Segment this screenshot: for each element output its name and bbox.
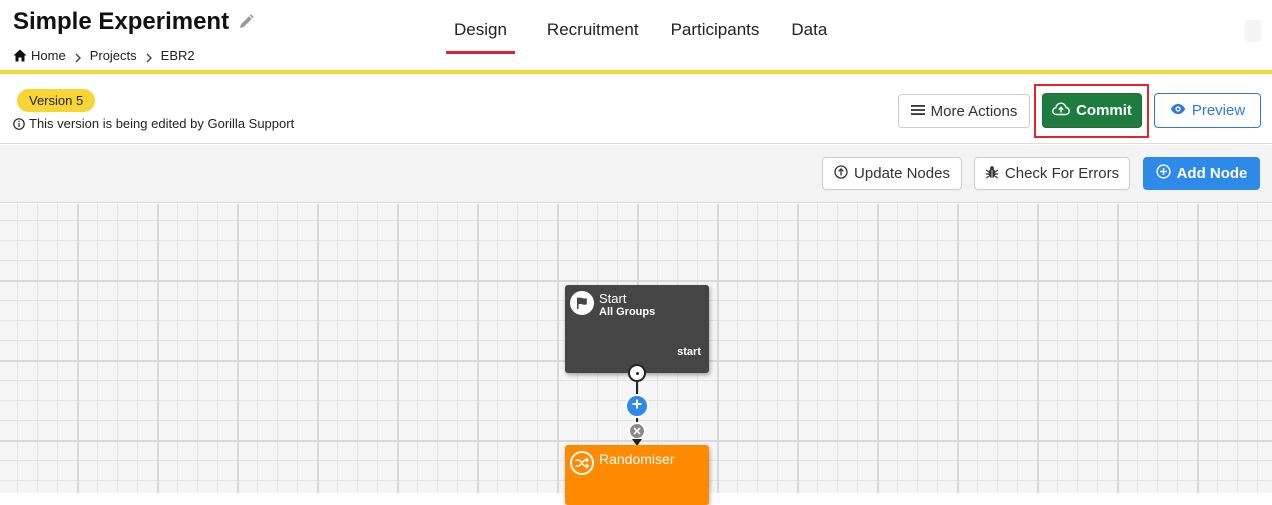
header-overflow-control[interactable]	[1245, 20, 1261, 42]
plus-circle-icon	[1155, 164, 1171, 183]
info-icon	[13, 117, 25, 130]
tab-participants[interactable]: Participants	[655, 0, 776, 54]
remove-connection-button[interactable]	[628, 422, 646, 440]
bug-icon	[985, 165, 999, 183]
start-node-port-label: start	[677, 346, 701, 358]
update-nodes-label: Update Nodes	[854, 165, 950, 182]
title-row: Simple Experiment	[13, 8, 255, 36]
more-actions-button[interactable]: More Actions	[898, 94, 1030, 128]
flag-icon	[570, 291, 594, 315]
preview-label: Preview	[1191, 102, 1246, 119]
canvas-toolbar: Update Nodes Check For Errors Add Node	[0, 145, 1272, 203]
plus-icon	[631, 397, 643, 415]
tab-data[interactable]: Data	[775, 0, 843, 54]
add-node-button[interactable]: Add Node	[1143, 157, 1260, 190]
randomiser-node[interactable]: Randomiser	[565, 445, 709, 505]
page-title: Simple Experiment	[13, 8, 230, 35]
check-errors-label: Check For Errors	[1004, 165, 1120, 182]
commit-label: Commit	[1076, 102, 1132, 119]
version-badge: Version 5	[17, 89, 96, 112]
edit-note-text: This version is being edited by Gorilla …	[29, 116, 295, 131]
close-icon	[633, 422, 641, 440]
breadcrumb-ebr2[interactable]: EBR2	[161, 48, 195, 63]
commit-button[interactable]: Commit	[1042, 93, 1142, 128]
breadcrumb-home[interactable]: Home	[13, 48, 66, 63]
edit-note: This version is being edited by Gorilla …	[13, 116, 294, 131]
breadcrumb-home-label: Home	[31, 48, 66, 63]
cloud-upload-icon	[1052, 101, 1070, 120]
edit-pencil-icon[interactable]	[237, 13, 255, 31]
main-nav: Design Recruitment Participants Data	[446, 0, 843, 70]
check-errors-button[interactable]: Check For Errors	[974, 157, 1130, 190]
add-node-label: Add Node	[1176, 165, 1248, 182]
breadcrumb: Home Projects EBR2	[13, 48, 195, 63]
version-bar: Version 5 This version is being edited b…	[0, 78, 1272, 144]
preview-button[interactable]: Preview	[1154, 93, 1261, 128]
start-node[interactable]: Start All Groups start	[565, 285, 709, 373]
tab-recruitment[interactable]: Recruitment	[531, 0, 655, 54]
randomiser-node-title: Randomiser	[599, 451, 675, 467]
breadcrumb-projects[interactable]: Projects	[90, 48, 137, 63]
tab-design[interactable]: Design	[446, 0, 515, 54]
app-header: Simple Experiment Home Projects EBR2 Des…	[0, 0, 1272, 74]
insert-node-button[interactable]	[625, 394, 649, 418]
output-port[interactable]	[628, 364, 646, 382]
chevron-right-icon	[74, 51, 82, 62]
chevron-right-icon	[145, 51, 153, 62]
port-dot	[636, 372, 639, 375]
arrow-up-circle-icon	[834, 164, 848, 183]
more-actions-label: More Actions	[930, 102, 1018, 120]
start-node-title: Start	[599, 291, 627, 306]
shuffle-icon	[570, 451, 594, 475]
start-node-subtitle: All Groups	[599, 306, 656, 318]
hamburger-icon	[910, 103, 925, 120]
eye-icon	[1170, 102, 1186, 119]
update-nodes-button[interactable]: Update Nodes	[822, 157, 962, 190]
home-icon	[13, 49, 27, 62]
